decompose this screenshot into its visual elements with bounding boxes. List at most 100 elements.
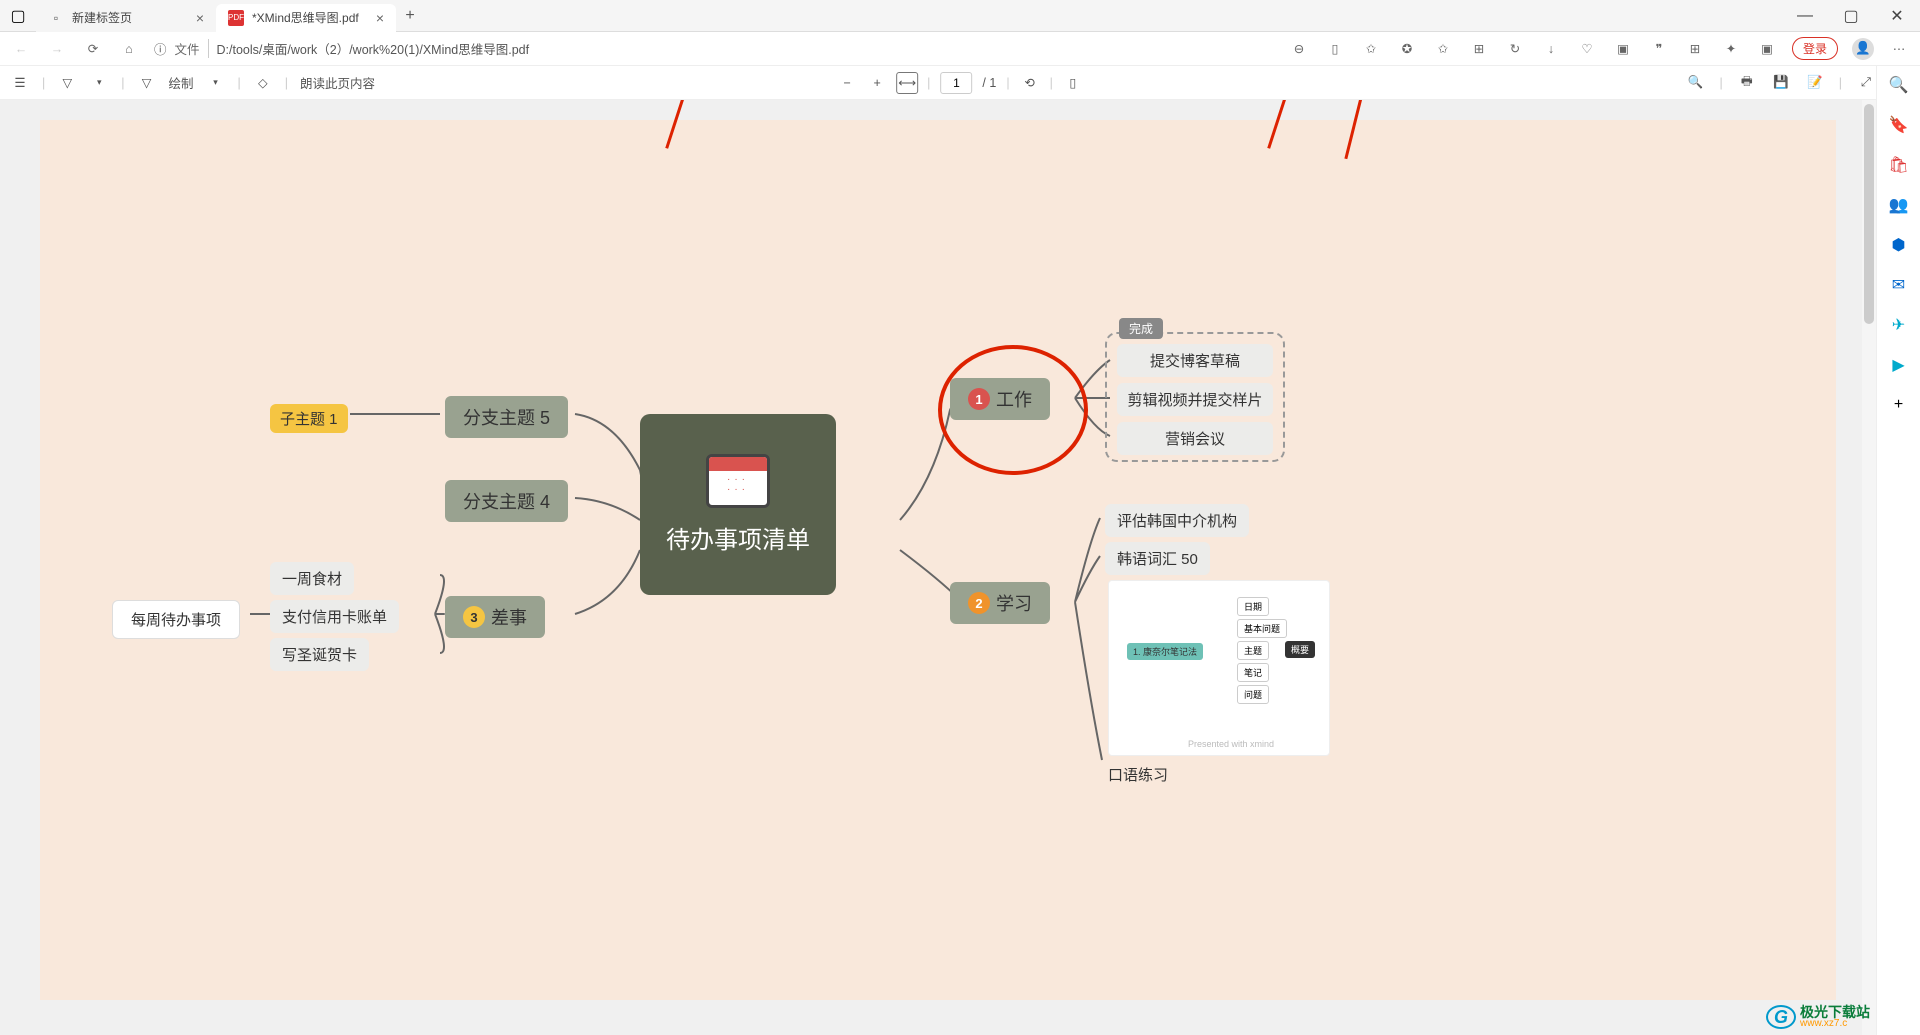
- maximize-button[interactable]: ▢: [1828, 0, 1874, 32]
- chores-item: 支付信用卡账单: [270, 600, 399, 633]
- tab-title: *XMind思维导图.pdf: [252, 9, 359, 26]
- side-panel: 🔍 🔖 🛍 👥 ⬢ ✉ ✈ ▶ +: [1876, 66, 1920, 1035]
- mindmap-connectors: [40, 120, 1836, 1000]
- favorites-icon[interactable]: ✩: [1432, 38, 1454, 60]
- new-tab-button[interactable]: +: [396, 2, 424, 30]
- avatar-icon[interactable]: 👤: [1852, 38, 1874, 60]
- pdf-viewport[interactable]: 待办事项清单 子主题 1 分支主题 5 分支主题 4 3 差事 一周食材 支付信…: [0, 100, 1876, 1035]
- login-button[interactable]: 登录: [1792, 37, 1838, 60]
- calendar-icon: [706, 454, 770, 508]
- tab-actions-icon[interactable]: ▢: [4, 2, 32, 30]
- favorites-star-icon[interactable]: ✩: [1360, 38, 1382, 60]
- page-total: / 1: [982, 76, 996, 90]
- chevron-down-icon[interactable]: ▾: [206, 73, 226, 93]
- tab-new[interactable]: ▫ 新建标签页 ×: [36, 4, 216, 32]
- read-aloud-button[interactable]: 朗读此页内容: [300, 73, 375, 92]
- print-icon[interactable]: 🖶: [1737, 73, 1757, 93]
- extension1-icon[interactable]: ✪: [1396, 38, 1418, 60]
- address-bar[interactable]: ⓘ 文件 D:/tools/桌面/work（2）/work%20(1)/XMin…: [154, 39, 529, 58]
- save-icon[interactable]: 💾: [1771, 73, 1791, 93]
- mini-item: 主题: [1237, 641, 1269, 660]
- apps-icon[interactable]: ⊞: [1684, 38, 1706, 60]
- back-button[interactable]: ←: [10, 38, 32, 60]
- more-icon[interactable]: ⋯: [1888, 38, 1910, 60]
- mini-item: 基本问题: [1237, 619, 1287, 638]
- mini-item: 问题: [1237, 685, 1269, 704]
- side-video-icon[interactable]: ▶: [1886, 352, 1912, 378]
- side-outlook-icon[interactable]: ✉: [1886, 272, 1912, 298]
- draw-label[interactable]: 绘制: [169, 73, 194, 92]
- badge-3: 3: [463, 606, 485, 628]
- search-icon[interactable]: 🔍: [1686, 73, 1706, 93]
- downloads-icon[interactable]: ↓: [1540, 38, 1562, 60]
- mini-item: 日期: [1237, 597, 1269, 616]
- study-item: 评估韩国中介机构: [1105, 504, 1249, 537]
- weekly-node: 每周待办事项: [112, 600, 240, 639]
- tab-title: 新建标签页: [72, 9, 132, 26]
- draw-icon[interactable]: ▽: [137, 73, 157, 93]
- side-add-icon[interactable]: +: [1886, 392, 1912, 418]
- quote-icon[interactable]: ❞: [1648, 38, 1670, 60]
- center-label: 待办事项清单: [666, 520, 810, 555]
- page-input[interactable]: [940, 72, 972, 94]
- watermark: G 极光下载站 www.xz7.c: [1766, 1005, 1870, 1029]
- branch-node-4: 分支主题 4: [445, 480, 568, 522]
- annotation-circle: [938, 345, 1088, 475]
- collections-icon[interactable]: ⊞: [1468, 38, 1490, 60]
- side-search-icon[interactable]: 🔍: [1886, 72, 1912, 98]
- side-tag-icon[interactable]: 🔖: [1886, 112, 1912, 138]
- note-icon[interactable]: 📝: [1805, 73, 1825, 93]
- page-icon: ▫: [48, 10, 64, 26]
- work-item: 提交博客草稿: [1117, 344, 1273, 377]
- group-label: 完成: [1119, 318, 1163, 339]
- side-people-icon[interactable]: 👥: [1886, 192, 1912, 218]
- scrollbar-thumb[interactable]: [1864, 104, 1874, 324]
- home-button[interactable]: ⌂: [118, 38, 140, 60]
- pdf-toolbar: ☰ | ▽ ▾ | ▽ 绘制 ▾ | ◇ | 朗读此页内容 − + ⟷ | / …: [0, 66, 1920, 100]
- contents-icon[interactable]: ☰: [10, 73, 30, 93]
- forward-button[interactable]: →: [46, 38, 68, 60]
- mini-footer: Presented with xmind: [1121, 739, 1341, 749]
- work-item: 剪辑视频并提交样片: [1117, 383, 1273, 416]
- file-label: 文件: [175, 39, 209, 58]
- branch-node-5: 分支主题 5: [445, 396, 568, 438]
- chevron-down-icon[interactable]: ▾: [89, 73, 109, 93]
- extensions-icon[interactable]: ✦: [1720, 38, 1742, 60]
- chores-item: 写圣诞贺卡: [270, 638, 369, 671]
- close-button[interactable]: ✕: [1874, 0, 1920, 32]
- scrollbar[interactable]: [1862, 100, 1876, 1035]
- url-bar: ← → ⟳ ⌂ ⓘ 文件 D:/tools/桌面/work（2）/work%20…: [0, 32, 1920, 66]
- page-view-icon[interactable]: ▯: [1063, 73, 1083, 93]
- embedded-mindmap: 1. 康奈尔笔记法 日期 基本问题 主题 笔记 问题 概要 Presented …: [1108, 580, 1330, 756]
- mini-item: 笔记: [1237, 663, 1269, 682]
- zoom-icon[interactable]: ⊖: [1288, 38, 1310, 60]
- window-controls: — ▢ ✕: [1782, 0, 1920, 32]
- zoom-out-button[interactable]: −: [837, 73, 857, 93]
- fullscreen-icon[interactable]: ⤢: [1856, 73, 1876, 93]
- study-item: 口语练习: [1108, 764, 1168, 785]
- zoom-in-button[interactable]: +: [867, 73, 887, 93]
- tab-pdf[interactable]: PDF *XMind思维导图.pdf ×: [216, 4, 396, 32]
- title-bar: ▢ ▫ 新建标签页 × PDF *XMind思维导图.pdf × + — ▢ ✕: [0, 0, 1920, 32]
- work-item: 营销会议: [1117, 422, 1273, 455]
- pdf-page: 待办事项清单 子主题 1 分支主题 5 分支主题 4 3 差事 一周食材 支付信…: [40, 120, 1836, 1000]
- performance-icon[interactable]: ♡: [1576, 38, 1598, 60]
- close-icon[interactable]: ×: [376, 10, 384, 26]
- pdf-icon: PDF: [228, 10, 244, 26]
- side-send-icon[interactable]: ✈: [1886, 312, 1912, 338]
- sidebar-icon[interactable]: ▣: [1756, 38, 1778, 60]
- side-office-icon[interactable]: ⬢: [1886, 232, 1912, 258]
- minimize-button[interactable]: —: [1782, 0, 1828, 32]
- history-icon[interactable]: ↻: [1504, 38, 1526, 60]
- close-icon[interactable]: ×: [196, 10, 204, 26]
- screenshot-icon[interactable]: ▣: [1612, 38, 1634, 60]
- reload-button[interactable]: ⟳: [82, 38, 104, 60]
- side-shop-icon[interactable]: 🛍: [1886, 152, 1912, 178]
- info-icon[interactable]: ⓘ: [154, 39, 167, 58]
- rotate-icon[interactable]: ⟲: [1020, 73, 1040, 93]
- mini-summary: 概要: [1285, 641, 1315, 658]
- fit-width-button[interactable]: ⟷: [897, 73, 917, 93]
- reader-icon[interactable]: ▯: [1324, 38, 1346, 60]
- erase-icon[interactable]: ◇: [253, 73, 273, 93]
- highlight-icon[interactable]: ▽: [57, 73, 77, 93]
